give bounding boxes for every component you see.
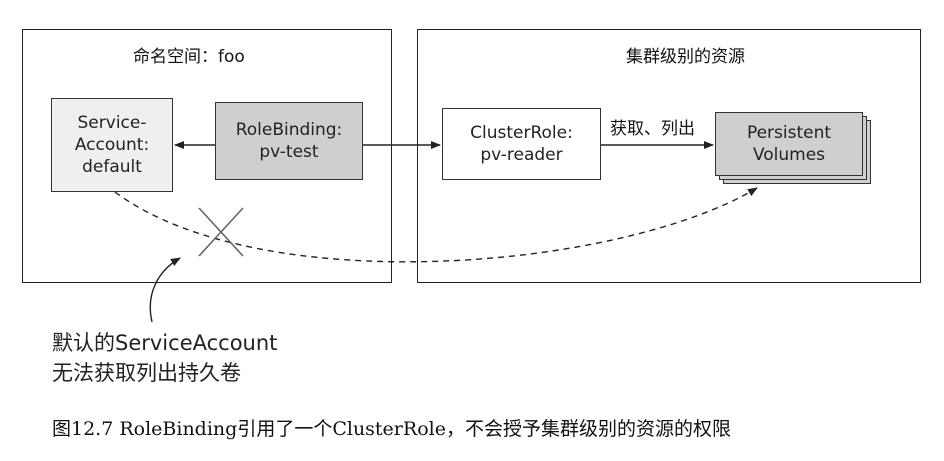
cluster-role-label: ClusterRole: pv-reader <box>470 123 573 165</box>
annotation-note: 默认的ServiceAccount 无法获取列出持久卷 <box>52 331 278 385</box>
cluster-role-node: ClusterRole: pv-reader <box>442 108 601 180</box>
annotation-pointer-arrow <box>149 257 181 323</box>
service-account-label: Service- Account: default <box>74 113 150 177</box>
diagram-edges <box>114 141 758 323</box>
figure-caption: 图12.7 RoleBinding引用了一个ClusterRole，不会授予集群… <box>52 418 731 440</box>
service-account-node: Service- Account: default <box>51 98 173 192</box>
denied-x-mark <box>198 207 244 257</box>
role-binding-label: RoleBinding: pv-test <box>235 120 343 162</box>
persistent-volumes-node: Persistent Volumes <box>715 112 863 176</box>
persistent-volumes-label: Persistent Volumes <box>746 123 832 165</box>
role-binding-node: RoleBinding: pv-test <box>215 102 363 180</box>
get-list-edge-label: 获取、列出 <box>610 119 695 139</box>
denied-access-dashed-path <box>114 187 758 263</box>
